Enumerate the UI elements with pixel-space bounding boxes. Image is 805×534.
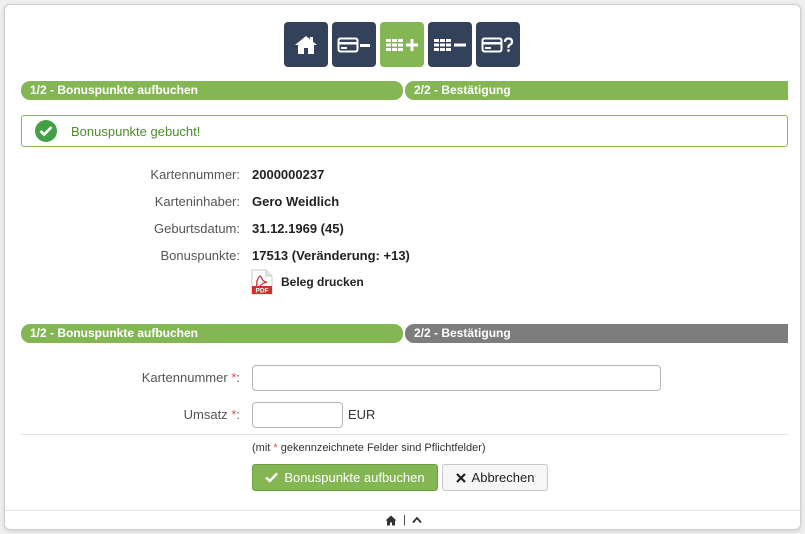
footer-separator: | [403, 514, 406, 526]
success-message: Bonuspunkte gebucht! [71, 123, 201, 139]
app-window: 1/2 - Bonuspunkte aufbuchen 2/2 - Bestät… [4, 4, 802, 530]
footer: | [385, 514, 422, 526]
grid-plus-icon [386, 38, 418, 51]
info-row-birthdate: Geburtsdatum: 31.12.1969 (45) [5, 215, 802, 242]
check-icon [265, 472, 279, 483]
step-2-label: 2/2 - Bestätigung [405, 324, 788, 343]
success-alert: Bonuspunkte gebucht! [21, 115, 788, 147]
pdf-icon-label: PDF [256, 288, 269, 295]
progress-steps-bottom: 1/2 - Bonuspunkte aufbuchen 2/2 - Bestät… [21, 324, 788, 343]
close-icon [455, 472, 466, 483]
card-number-label: Kartennummer *: [141, 370, 240, 385]
booking-form: Kartennummer *: Umsatz *: EUR [5, 359, 802, 433]
card-minus-icon [337, 37, 370, 52]
pdf-icon: PDF [251, 269, 273, 295]
toolbar [284, 22, 520, 67]
card-info: Kartennummer: 2000000237 Karteninhaber: … [5, 161, 802, 269]
card-question-icon [481, 36, 514, 52]
info-value: Gero Weidlich [252, 194, 340, 209]
progress-steps-top: 1/2 - Bonuspunkte aufbuchen 2/2 - Bestät… [21, 81, 788, 100]
amount-label: Umsatz *: [183, 407, 240, 422]
home-button[interactable] [284, 22, 328, 67]
grid-minus-icon [434, 38, 466, 51]
grid-plus-button[interactable] [380, 22, 424, 67]
info-label: Karteninhaber: [154, 194, 240, 209]
footer-divider [5, 510, 802, 511]
info-row-bonus-points: Bonuspunkte: 17513 (Veränderung: +13) [5, 242, 802, 269]
card-question-button[interactable] [476, 22, 520, 67]
print-receipt-label: Beleg drucken [281, 275, 364, 289]
form-row-card-number: Kartennummer *: [5, 359, 802, 396]
required-fields-note: (mit * gekennzeichnete Felder sind Pflic… [252, 442, 486, 454]
step-1-label: 1/2 - Bonuspunkte aufbuchen [21, 81, 403, 100]
grid-minus-button[interactable] [428, 22, 472, 67]
amount-input[interactable] [252, 401, 343, 428]
currency-unit: EUR [348, 407, 376, 422]
home-icon [295, 35, 317, 54]
check-circle-icon [35, 120, 57, 142]
cancel-button[interactable]: Abbrechen [442, 464, 548, 491]
submit-bonus-label: Bonuspunkte aufbuchen [284, 470, 425, 485]
submit-bonus-button[interactable]: Bonuspunkte aufbuchen [252, 464, 438, 491]
info-value: 31.12.1969 (45) [252, 221, 344, 236]
divider [21, 434, 788, 435]
form-row-amount: Umsatz *: EUR [5, 396, 802, 433]
home-icon[interactable] [385, 515, 397, 526]
step-2-label: 2/2 - Bestätigung [405, 81, 788, 100]
info-value: 2000000237 [252, 167, 325, 182]
info-label: Geburtsdatum: [154, 221, 240, 236]
cancel-label: Abbrechen [471, 470, 535, 485]
info-row-card-holder: Karteninhaber: Gero Weidlich [5, 188, 802, 215]
info-value: 17513 (Veränderung: +13) [252, 248, 410, 263]
info-label: Bonuspunkte: [160, 248, 240, 263]
step-1-label: 1/2 - Bonuspunkte aufbuchen [21, 324, 403, 343]
info-label: Kartennummer: [150, 167, 240, 182]
info-row-card-number: Kartennummer: 2000000237 [5, 161, 802, 188]
card-minus-button[interactable] [332, 22, 376, 67]
chevron-up-icon[interactable] [412, 516, 422, 524]
print-receipt-link[interactable]: PDF Beleg drucken [251, 269, 364, 295]
card-number-input[interactable] [252, 364, 661, 391]
